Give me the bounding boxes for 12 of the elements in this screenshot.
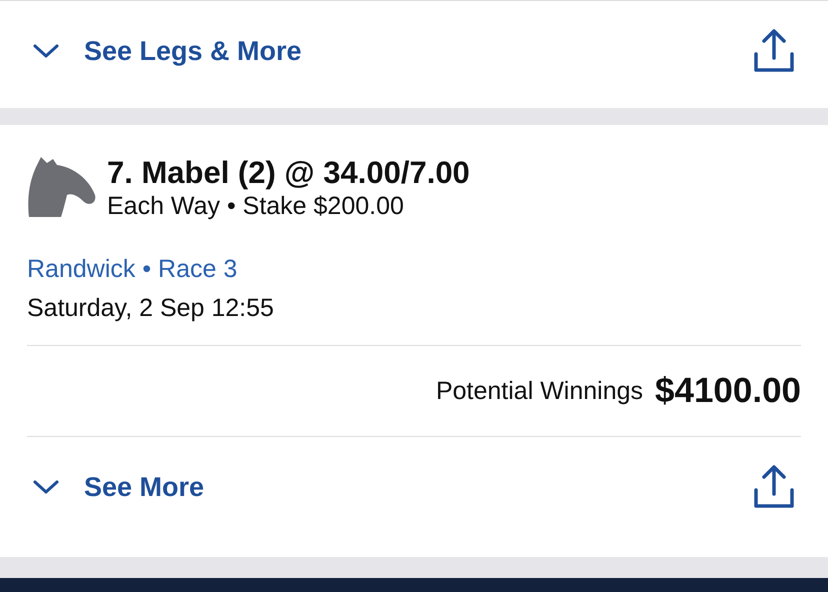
race-link[interactable]: Randwick • Race 3: [27, 255, 238, 284]
see-more-link[interactable]: See More: [84, 472, 752, 502]
race-date: Saturday, 2 Sep 12:55: [27, 294, 275, 323]
share-icon[interactable]: [752, 28, 796, 74]
chevron-down-icon: [32, 43, 60, 59]
winnings-label: Potential Winnings: [436, 376, 644, 406]
chevron-down-icon: [32, 479, 60, 495]
horse-head-icon: [27, 155, 97, 217]
winnings-amount: $4100.00: [655, 371, 801, 411]
share-icon[interactable]: [752, 464, 796, 510]
bet-type-stake: Each Way • Stake $200.00: [107, 191, 405, 221]
bet-title: 7. Mabel (2) @ 34.00/7.00: [107, 155, 470, 191]
